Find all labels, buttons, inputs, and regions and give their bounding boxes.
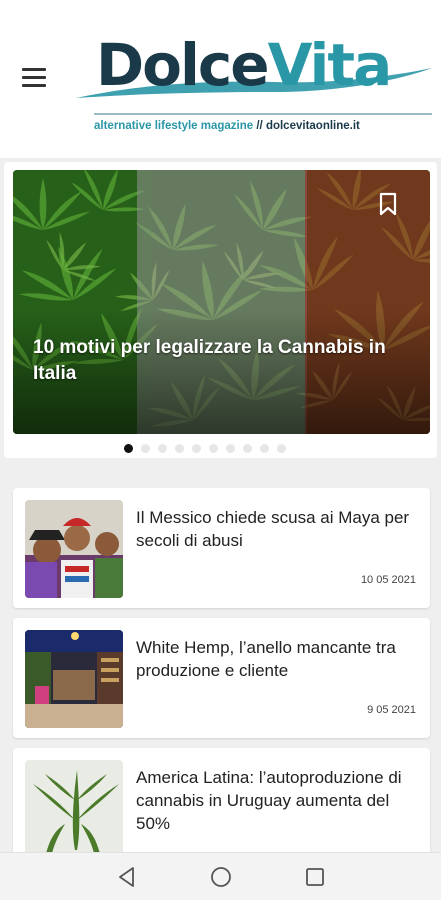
bookmark-icon[interactable] [379, 192, 397, 216]
article-card[interactable]: America Latina: l’autoproduzione di cann… [13, 748, 430, 868]
carousel-dot[interactable] [260, 444, 269, 453]
tagline-text: alternative lifestyle magazine [94, 120, 254, 132]
article-card[interactable]: Il Messico chiede scusa ai Maya per seco… [13, 488, 430, 608]
article-title: White Hemp, l’anello mancante tra produz… [136, 638, 396, 680]
article-date: 9 05 2021 [367, 704, 416, 716]
app-header: DolceVita alternative lifestyle magazine… [0, 0, 441, 158]
hero-slide[interactable]: 10 motivi per legalizzare la Cannabis in… [13, 170, 430, 434]
logo-dolce-text: Dolce [96, 31, 270, 99]
carousel-dot[interactable] [141, 444, 150, 453]
article-thumbnail [25, 760, 123, 858]
home-circle-icon[interactable] [209, 865, 233, 889]
carousel-dot[interactable] [158, 444, 167, 453]
carousel-dots [124, 444, 286, 454]
article-card[interactable]: White Hemp, l’anello mancante tra produz… [13, 618, 430, 738]
carousel-dot[interactable] [192, 444, 201, 453]
hero-title: 10 motivi per legalizzare la Cannabis in… [33, 337, 386, 384]
back-triangle-icon[interactable] [115, 865, 139, 889]
system-navigation-bar [0, 852, 441, 900]
carousel-dot[interactable] [226, 444, 235, 453]
article-title: Il Messico chiede scusa ai Maya per seco… [136, 508, 410, 550]
logo-divider [94, 113, 432, 115]
dolcevita-logo: DolceVita alternative lifestyle magazine… [74, 30, 434, 140]
hamburger-menu-icon[interactable] [22, 68, 48, 88]
article-thumbnail [25, 630, 123, 728]
carousel-dot[interactable] [277, 444, 286, 453]
article-thumbnail [25, 500, 123, 598]
carousel-dot[interactable] [175, 444, 184, 453]
recents-square-icon[interactable] [303, 865, 327, 889]
tagline-separator: // [253, 120, 266, 132]
logo-tagline: alternative lifestyle magazine // dolcev… [94, 120, 360, 132]
tagline-url: dolcevitaonline.it [265, 120, 360, 132]
carousel-dot[interactable] [124, 444, 133, 453]
article-title: America Latina: l’autoproduzione di cann… [136, 768, 402, 833]
article-date: 10 05 2021 [360, 574, 416, 586]
carousel-dot[interactable] [243, 444, 252, 453]
logo-vita-text: Vita [267, 31, 393, 99]
app-root: DolceVita alternative lifestyle magazine… [0, 0, 441, 900]
carousel-dot[interactable] [209, 444, 218, 453]
